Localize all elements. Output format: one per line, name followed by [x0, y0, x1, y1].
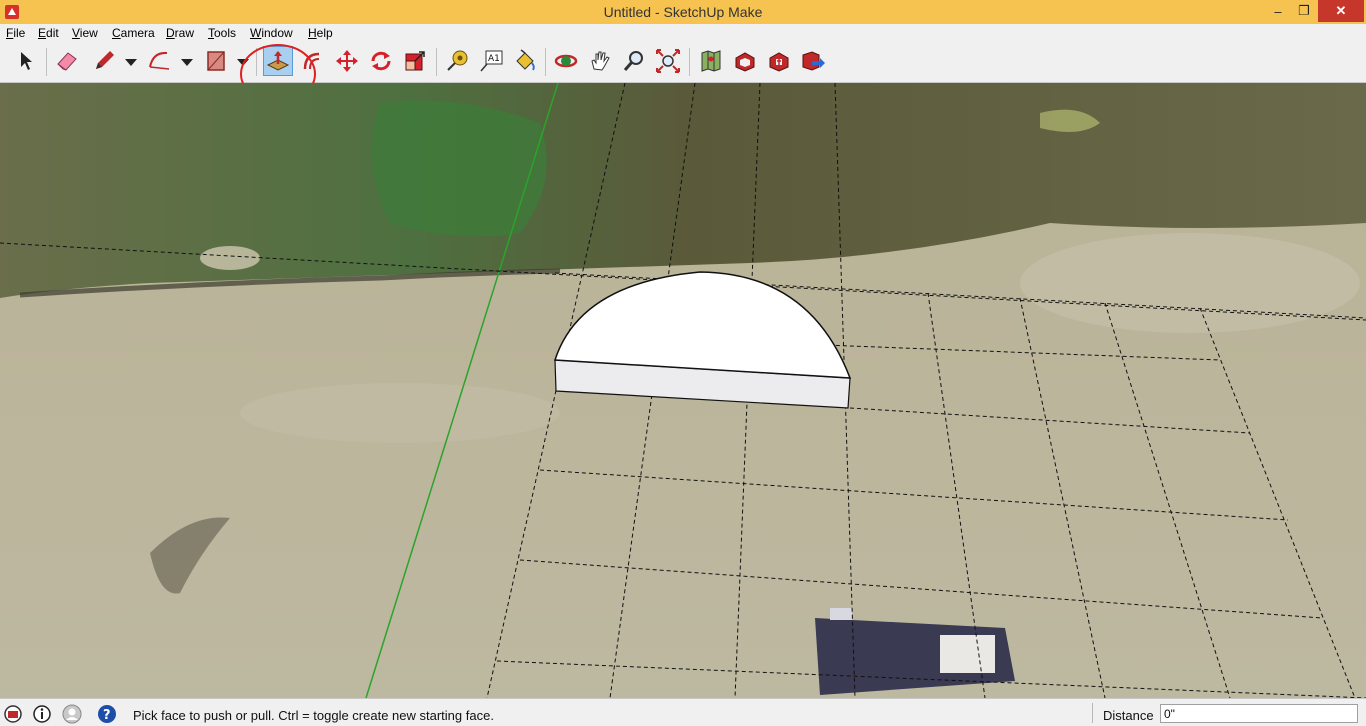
scale-tool-button[interactable] — [400, 46, 430, 76]
terrain-dust — [1020, 233, 1360, 333]
toolbar-separator — [46, 48, 47, 76]
zoom-extents-tool-button[interactable] — [653, 46, 683, 76]
window-title: Untitled - SketchUp Make — [603, 4, 763, 20]
push-pull-tool-button[interactable] — [263, 46, 293, 76]
toolbar-separator — [545, 48, 546, 76]
orbit-tool-button[interactable] — [551, 46, 581, 76]
menu-help[interactable]: Help — [308, 26, 333, 40]
title-bar: Untitled - SketchUp Make – ❐ ✕ — [0, 0, 1366, 24]
zoom-tool-button[interactable] — [619, 46, 649, 76]
paint-bucket-tool-button[interactable] — [510, 46, 540, 76]
rotate-icon — [371, 51, 391, 71]
menu-edit[interactable]: Edit — [38, 26, 59, 40]
toolbar-separator — [436, 48, 437, 76]
scene-canvas[interactable] — [0, 83, 1366, 698]
toolbar: A1 — [0, 42, 1366, 83]
warehouse-icon — [735, 52, 755, 72]
share-model-icon — [802, 51, 825, 71]
rectangle-icon — [207, 51, 225, 71]
arc-tool-button[interactable] — [145, 46, 175, 76]
status-bar: ? Pick face to push or pull. Ctrl = togg… — [0, 698, 1366, 726]
geo-location-icon[interactable] — [3, 704, 23, 724]
hand-pan-icon — [591, 51, 610, 71]
push-pull-icon — [266, 51, 290, 71]
close-button[interactable]: ✕ — [1318, 0, 1364, 22]
tape-measure-tool-button[interactable] — [442, 46, 472, 76]
menu-draw[interactable]: Draw — [166, 26, 194, 40]
measurement-input[interactable]: 0" — [1160, 704, 1358, 723]
offset-tool-button[interactable] — [298, 46, 328, 76]
text-tool-button[interactable]: A1 — [476, 46, 506, 76]
orbit-icon — [554, 54, 578, 68]
map-location-icon — [701, 50, 721, 72]
zoom-extents-icon — [656, 49, 680, 73]
add-location-button[interactable] — [696, 46, 726, 76]
menu-file[interactable]: File — [6, 26, 25, 40]
shape-dropdown-chevron-down-icon[interactable] — [236, 56, 250, 68]
tape-measure-icon — [447, 50, 468, 71]
terrain-rock — [200, 246, 260, 270]
arc-dropdown-chevron-down-icon[interactable] — [180, 56, 194, 68]
arc-icon — [149, 51, 170, 70]
toolbar-separator — [689, 48, 690, 76]
extension-warehouse-icon — [769, 52, 789, 72]
pencil-tool-button[interactable] — [89, 46, 119, 76]
3d-warehouse-button[interactable] — [730, 46, 760, 76]
menu-camera[interactable]: Camera — [112, 26, 155, 40]
move-icon — [336, 50, 358, 72]
eraser-tool-button[interactable] — [52, 46, 82, 76]
sketchup-window: Untitled - SketchUp Make – ❐ ✕ File Edit… — [0, 0, 1366, 726]
pencil-dropdown-chevron-down-icon[interactable] — [124, 56, 138, 68]
terrain-green-patch — [372, 100, 547, 237]
menu-bar: File Edit View Camera Draw Tools Window … — [0, 24, 1366, 42]
status-hint-text: Pick face to push or pull. Ctrl = toggle… — [133, 708, 494, 723]
rectangle-tool-button[interactable] — [201, 46, 231, 76]
svg-text:?: ? — [103, 708, 111, 723]
share-model-button[interactable] — [798, 46, 828, 76]
svg-text:A1: A1 — [488, 54, 500, 64]
magnifier-icon — [623, 51, 643, 71]
help-question-icon[interactable]: ? — [97, 704, 117, 724]
move-tool-button[interactable] — [332, 46, 362, 76]
3d-viewport[interactable] — [0, 83, 1366, 698]
paint-bucket-icon — [516, 49, 535, 71]
menu-window[interactable]: Window — [250, 26, 293, 40]
menu-tools[interactable]: Tools — [208, 26, 236, 40]
credits-info-icon[interactable] — [32, 704, 52, 724]
arrow-cursor-icon — [21, 52, 32, 70]
measurement-label: Distance — [1103, 708, 1154, 723]
extension-warehouse-button[interactable] — [764, 46, 794, 76]
scale-icon — [405, 51, 425, 71]
terrain-dust — [240, 383, 560, 443]
offset-icon — [303, 52, 320, 70]
user-account-icon[interactable] — [62, 704, 82, 724]
toolbar-separator — [256, 48, 257, 76]
minimize-button[interactable]: – — [1264, 0, 1292, 22]
maximize-button[interactable]: ❐ — [1290, 0, 1318, 22]
pan-tool-button[interactable] — [585, 46, 615, 76]
text-label-icon: A1 — [480, 50, 503, 72]
pencil-icon — [96, 51, 114, 69]
select-tool-button[interactable] — [11, 46, 41, 76]
eraser-icon — [57, 52, 77, 71]
status-divider — [1092, 703, 1093, 723]
menu-view[interactable]: View — [72, 26, 98, 40]
rotate-tool-button[interactable] — [366, 46, 396, 76]
